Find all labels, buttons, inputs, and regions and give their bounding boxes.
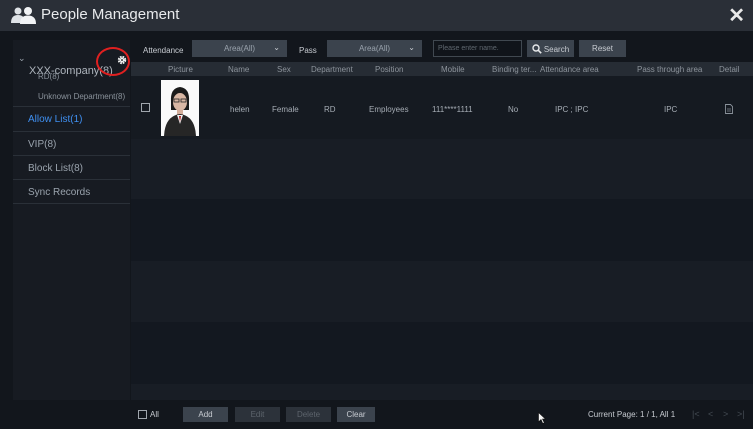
add-button[interactable]: Add — [183, 407, 228, 422]
row-checkbox[interactable] — [141, 103, 150, 112]
sidebar-item-sync-records[interactable]: Sync Records — [13, 179, 130, 204]
table-header: Picture Name Sex Department Position Mob… — [131, 62, 753, 76]
col-pass-area: Pass through area — [637, 65, 703, 74]
row-mobile: 111****1111 — [432, 105, 473, 114]
sidebar-item-block-list[interactable]: Block List(8) — [13, 155, 130, 179]
table-band — [131, 199, 753, 261]
reset-button[interactable]: Reset — [579, 40, 626, 57]
last-page-button[interactable]: >| — [737, 409, 745, 419]
name-search-input[interactable]: Please enter name. — [433, 40, 522, 57]
filter-toolbar: Attendance Area(All) ⌄ Pass Area(All) ⌄ … — [131, 38, 753, 62]
search-icon — [532, 44, 542, 54]
attendance-value: Area(All) — [223, 44, 256, 53]
col-detail: Detail — [719, 65, 740, 74]
col-binding: Binding ter... — [492, 65, 537, 74]
people-icon — [11, 7, 36, 24]
title-bar: People Management ✕ — [0, 0, 753, 31]
table-band — [131, 322, 753, 384]
next-page-button[interactable]: > — [723, 409, 728, 419]
edit-button[interactable]: Edit — [235, 407, 280, 422]
select-all-checkbox[interactable] — [138, 410, 147, 419]
col-attendance-area: Attendance area — [540, 65, 599, 74]
row-binding: No — [508, 105, 519, 114]
col-mobile: Mobile — [441, 65, 465, 74]
chevron-down-icon: ⌄ — [408, 43, 415, 52]
delete-button[interactable]: Delete — [286, 407, 331, 422]
col-department: Department — [311, 65, 353, 74]
clear-button[interactable]: Clear — [337, 407, 375, 422]
col-name: Name — [228, 65, 250, 74]
sidebar-dept-unknown[interactable]: Unknown Department(8) — [38, 92, 125, 101]
page-info: Current Page: 1 / 1, All 1 — [588, 410, 676, 419]
chevron-down-icon: ⌄ — [273, 43, 280, 52]
pass-select[interactable]: Area(All) ⌄ — [327, 40, 422, 57]
table-band — [131, 261, 753, 322]
row-pass-area: IPC — [664, 105, 678, 114]
close-icon[interactable]: ✕ — [728, 3, 745, 28]
people-table: Picture Name Sex Department Position Mob… — [131, 62, 753, 400]
prev-page-button[interactable]: < — [708, 409, 713, 419]
col-sex: Sex — [277, 65, 291, 74]
sidebar-item-allow-list[interactable]: Allow List(1) — [13, 106, 130, 130]
window-title: People Management — [41, 6, 180, 23]
table-band — [131, 139, 753, 199]
sidebar-item-vip[interactable]: VIP(8) — [13, 131, 130, 155]
pass-label: Pass — [299, 46, 317, 55]
person-photo — [161, 80, 199, 136]
document-icon[interactable] — [725, 104, 733, 114]
chevron-down-icon[interactable]: ⌄ — [18, 53, 26, 64]
attendance-label: Attendance — [143, 46, 184, 55]
mouse-cursor-icon — [538, 412, 546, 424]
row-attendance-area: IPC ; IPC — [555, 105, 589, 114]
col-picture: Picture — [168, 65, 193, 74]
attendance-select[interactable]: Area(All) ⌄ — [192, 40, 287, 57]
bottom-bar: All Add Edit Delete Clear Current Page: … — [0, 400, 753, 429]
col-position: Position — [375, 65, 404, 74]
row-position: Employees — [369, 105, 409, 114]
row-sex: Female — [272, 105, 299, 114]
row-name: helen — [230, 105, 250, 114]
pass-value: Area(All) — [358, 44, 391, 53]
first-page-button[interactable]: |< — [692, 409, 700, 419]
search-button-label: Search — [543, 45, 570, 54]
select-all-label: All — [150, 410, 159, 419]
sidebar-dept-rd[interactable]: RD(8) — [38, 72, 59, 81]
search-button[interactable]: Search — [527, 40, 574, 57]
highlight-circle — [96, 47, 130, 76]
table-band — [131, 384, 753, 400]
people-management-window: People Management ✕ ⌄ XXX-company(8) RD(… — [0, 0, 753, 429]
row-department: RD — [324, 105, 336, 114]
sidebar: ⌄ XXX-company(8) RD(8) Unknown Departmen… — [13, 40, 130, 400]
